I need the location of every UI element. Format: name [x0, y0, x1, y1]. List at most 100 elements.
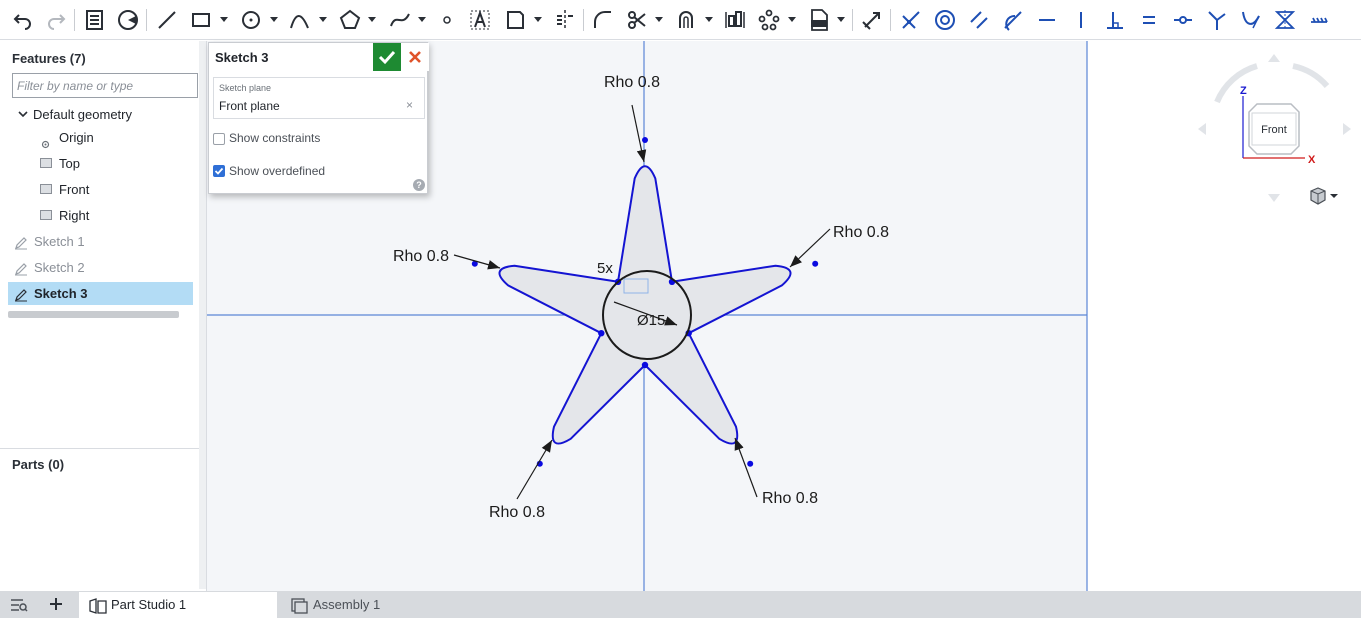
fillet-icon[interactable]: [591, 8, 615, 32]
tree-item-label: Sketch 1: [34, 234, 85, 249]
line-icon[interactable]: [155, 8, 179, 32]
undo-icon[interactable]: [11, 8, 35, 32]
sketch-plane-label: Sketch plane: [219, 83, 272, 93]
sketch-mode-icon[interactable]: [116, 8, 140, 32]
tab-part-studio-1[interactable]: Part Studio 1: [79, 592, 277, 618]
horizontal-scrollbar[interactable]: [8, 311, 179, 318]
show-overdefined-label[interactable]: Show overdefined: [229, 164, 325, 178]
tree-item-front[interactable]: Front: [8, 178, 193, 201]
sketch-plane-field[interactable]: Sketch plane Front plane ×: [213, 77, 425, 119]
view-left-arrow[interactable]: [1198, 123, 1206, 135]
dxf-import-icon[interactable]: [807, 8, 831, 32]
view-cube[interactable]: Front Z X: [1195, 50, 1355, 210]
checkmark-icon: [214, 167, 224, 175]
pierce-icon[interactable]: [1307, 8, 1331, 32]
conic-control-point[interactable]: [642, 137, 648, 143]
accept-button[interactable]: [373, 43, 401, 71]
chevron-down-icon[interactable]: [220, 17, 228, 22]
view-up-arrow[interactable]: [1268, 54, 1280, 62]
cube-face-label: Front: [1261, 124, 1287, 136]
sketch-vertex-point[interactable]: [598, 330, 605, 337]
chevron-down-icon[interactable]: [270, 17, 278, 22]
sketch-dialog: Sketch 3 Sketch plane Front plane × Show…: [208, 42, 429, 194]
tree-item-label: Right: [59, 208, 90, 223]
rho-dimension-label[interactable]: Rho 0.8: [489, 504, 545, 521]
help-icon[interactable]: ?: [413, 179, 425, 191]
concentric-icon[interactable]: [933, 8, 957, 32]
vertical-icon[interactable]: [1069, 8, 1093, 32]
mirror-line-icon[interactable]: [553, 8, 577, 32]
conic-icon[interactable]: [288, 8, 312, 32]
diameter-dimension-label[interactable]: Ø15: [637, 312, 665, 329]
clear-selection-icon[interactable]: ×: [406, 98, 413, 112]
curvature-icon[interactable]: [1239, 8, 1263, 32]
spline-icon[interactable]: [388, 8, 412, 32]
offset-icon[interactable]: [674, 8, 698, 32]
chevron-down-icon[interactable]: [418, 17, 426, 22]
text-icon[interactable]: [468, 8, 492, 32]
chevron-down-icon[interactable]: [655, 17, 663, 22]
view-mode-menu[interactable]: [1309, 186, 1339, 206]
panel-divider[interactable]: [0, 448, 207, 449]
filter-input[interactable]: [12, 73, 198, 98]
chevron-down-icon[interactable]: [705, 17, 713, 22]
pattern-count-label[interactable]: 5x: [597, 260, 613, 277]
rotate-left-arrow[interactable]: [1214, 63, 1258, 104]
rotate-right-arrow[interactable]: [1292, 63, 1330, 89]
polygon-icon[interactable]: [338, 8, 362, 32]
chevron-down-icon[interactable]: [837, 17, 845, 22]
show-constraints-checkbox[interactable]: [213, 133, 225, 145]
tab-label: Assembly 1: [313, 597, 381, 612]
add-tab-icon[interactable]: [48, 596, 64, 617]
rho-dimension-label[interactable]: Rho 0.8: [604, 74, 660, 91]
rectangle-icon[interactable]: [190, 8, 214, 32]
tree-item-right[interactable]: Right: [8, 204, 193, 227]
perpendicular-icon[interactable]: [1103, 8, 1127, 32]
feature-list-icon[interactable]: [83, 8, 107, 32]
chevron-down-icon[interactable]: [788, 17, 796, 22]
horizontal-icon[interactable]: [1035, 8, 1059, 32]
parallel-icon[interactable]: [967, 8, 991, 32]
image-icon[interactable]: [503, 8, 527, 32]
symmetric-icon[interactable]: [1273, 8, 1297, 32]
sketch-vertex-point[interactable]: [641, 361, 649, 369]
conic-control-point[interactable]: [812, 260, 819, 267]
plane-icon: [40, 158, 52, 168]
view-down-arrow[interactable]: [1268, 194, 1280, 202]
tree-item-sketch-2[interactable]: Sketch 2: [8, 256, 193, 279]
cancel-button[interactable]: [401, 43, 429, 71]
tree-item-top[interactable]: Top: [8, 152, 193, 175]
linear-pattern-icon[interactable]: [723, 8, 747, 32]
toolbar: [0, 0, 1361, 40]
chevron-down-icon[interactable]: [534, 17, 542, 22]
transform-icon[interactable]: [860, 8, 884, 32]
coincident-icon[interactable]: [899, 8, 923, 32]
rho-dimension-label[interactable]: Rho 0.8: [393, 248, 449, 265]
vertical-scrollbar[interactable]: [199, 41, 206, 589]
equal-icon[interactable]: [1137, 8, 1161, 32]
rho-dimension-label[interactable]: Rho 0.8: [762, 490, 818, 507]
tangent-icon[interactable]: [1001, 8, 1025, 32]
tree-item-origin[interactable]: Origin: [8, 126, 193, 149]
tree-item-sketch-1[interactable]: Sketch 1: [8, 230, 193, 253]
show-overdefined-checkbox[interactable]: [213, 165, 225, 177]
trim-icon[interactable]: [625, 8, 649, 32]
view-right-arrow[interactable]: [1343, 123, 1351, 135]
assembly-icon: [291, 597, 309, 623]
tree-item-sketch-3[interactable]: Sketch 3: [8, 282, 193, 305]
toolbar-separator: [146, 9, 147, 31]
conic-control-point[interactable]: [747, 460, 754, 467]
normal-icon[interactable]: [1205, 8, 1229, 32]
tree-item-default-geometry[interactable]: Default geometry: [8, 103, 193, 126]
show-constraints-label[interactable]: Show constraints: [229, 131, 320, 145]
point-icon[interactable]: [435, 8, 459, 32]
redo-icon[interactable]: [44, 8, 68, 32]
chevron-down-icon[interactable]: [368, 17, 376, 22]
midpoint-icon[interactable]: [1171, 8, 1195, 32]
tab-assembly-1[interactable]: Assembly 1: [281, 592, 479, 618]
chevron-down-icon[interactable]: [319, 17, 327, 22]
circle-icon[interactable]: [240, 8, 264, 32]
circular-pattern-icon[interactable]: [757, 8, 781, 32]
tab-manager-icon[interactable]: [10, 597, 28, 618]
rho-dimension-label[interactable]: Rho 0.8: [833, 224, 889, 241]
